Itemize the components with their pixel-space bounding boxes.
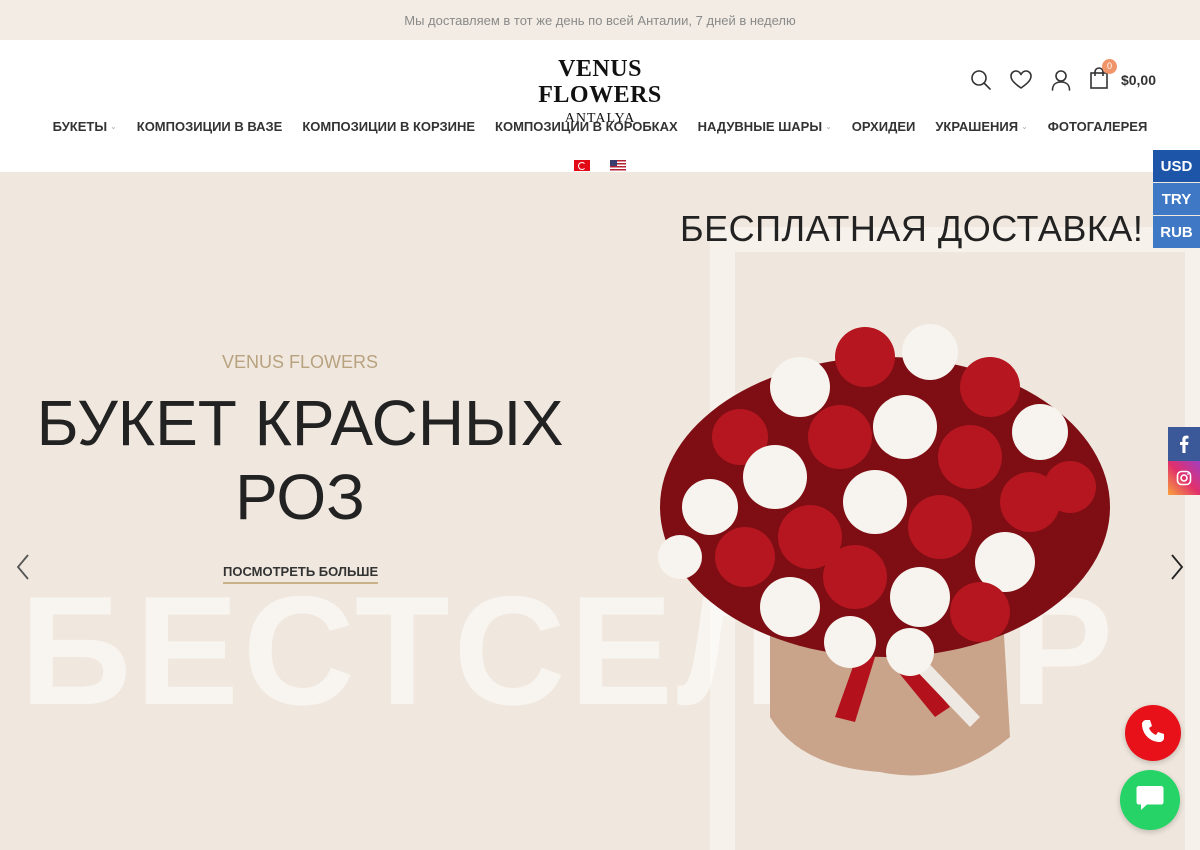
nav-item-basket-compositions[interactable]: КОМПОЗИЦИИ В КОРЗИНЕ: [302, 119, 475, 134]
hero-title-line2: РОЗ: [235, 461, 365, 533]
free-delivery-heading: БЕСПЛАТНАЯ ДОСТАВКА!: [680, 208, 1144, 249]
nav-item-orchids[interactable]: ОРХИДЕИ: [852, 119, 916, 134]
chevron-right-icon[interactable]: [1164, 552, 1188, 582]
nav-item-label: ФОТОГАЛЕРЕЯ: [1047, 118, 1148, 134]
social-sidebar: [1168, 427, 1200, 495]
cart-button[interactable]: 0 $0,00: [1089, 58, 1156, 94]
language-switcher: [574, 160, 626, 171]
nav-item-box-compositions[interactable]: КОМПОЗИЦИИ В КОРОБКАХ: [495, 119, 678, 134]
nav-item-vase-compositions[interactable]: КОМПОЗИЦИИ В ВАЗЕ: [137, 119, 283, 134]
see-more-link[interactable]: ПОСМОТРЕТЬ БОЛЬШЕ: [223, 564, 379, 584]
header-actions: 0 $0,00: [969, 58, 1156, 94]
cart-total: $0,00: [1120, 72, 1156, 88]
rose-bouquet-image: [658, 324, 1110, 776]
hero-title: БУКЕТ КРАСНЫХ РОЗ: [0, 386, 600, 534]
currency-rub[interactable]: RUB: [1153, 216, 1200, 248]
heart-icon[interactable]: [1009, 68, 1033, 92]
currency-switcher: USD TRY RUB: [1153, 150, 1200, 249]
turkish-flag-icon[interactable]: [574, 160, 590, 171]
nav-item-label: БУКЕТЫ: [52, 118, 108, 134]
nav-item-label: КОМПОЗИЦИИ В ВАЗЕ: [136, 118, 283, 134]
chevron-down-icon: ⌄: [825, 121, 832, 131]
instagram-icon[interactable]: [1168, 461, 1200, 495]
us-flag-icon[interactable]: [610, 160, 626, 171]
hero-subtitle: VENUS FLOWERS: [221, 352, 379, 372]
nav-item-bouquets[interactable]: БУКЕТЫ ⌄: [53, 119, 117, 134]
currency-try[interactable]: TRY: [1153, 183, 1200, 215]
nav-item-balloons[interactable]: НАДУВНЫЕ ШАРЫ ⌄: [698, 119, 832, 134]
phone-icon: [1139, 717, 1167, 750]
chevron-left-icon[interactable]: [12, 552, 36, 582]
hero-slider: БЕСТСЕЛЛЕР БЕСПЛАТНАЯ ДОСТАВКА! VENUS FL…: [0, 172, 1200, 850]
nav-item-label: НАДУВНЫЕ ШАРЫ: [697, 118, 823, 134]
chat-icon: [1135, 783, 1165, 818]
main-nav: БУКЕТЫ ⌄ КОМПОЗИЦИИ В ВАЗЕ КОМПОЗИЦИИ В …: [0, 112, 1200, 140]
currency-usd[interactable]: USD: [1153, 150, 1200, 182]
nav-item-label: КОМПОЗИЦИИ В КОРОБКАХ: [495, 118, 678, 134]
site-header: VENUS FLOWERS ANTALYA 0 $0,00 БУКЕТЫ ⌄ К…: [0, 40, 1200, 172]
top-announcement-bar: Мы доставляем в тот же день по всей Анта…: [0, 0, 1200, 40]
nav-item-label: КОМПОЗИЦИИ В КОРЗИНЕ: [302, 118, 476, 134]
cart-count-badge: 0: [1101, 58, 1117, 74]
hero-title-line1: БУКЕТ КРАСНЫХ: [36, 387, 564, 459]
nav-item-label: ОРХИДЕИ: [851, 118, 916, 134]
search-icon[interactable]: [969, 68, 993, 92]
chevron-down-icon: ⌄: [1021, 121, 1028, 131]
call-button[interactable]: [1125, 705, 1181, 761]
nav-item-label: УКРАШЕНИЯ: [935, 118, 1019, 134]
nav-item-gallery[interactable]: ФОТОГАЛЕРЕЯ: [1048, 119, 1148, 134]
nav-item-decorations[interactable]: УКРАШЕНИЯ ⌄: [935, 119, 1027, 134]
facebook-icon[interactable]: [1168, 427, 1200, 461]
logo-name: VENUS FLOWERS: [538, 56, 662, 108]
chevron-down-icon: ⌄: [110, 121, 117, 131]
announcement-text: Мы доставляем в тот же день по всей Анта…: [404, 12, 796, 28]
user-icon[interactable]: [1049, 68, 1073, 92]
chat-button[interactable]: [1120, 770, 1180, 830]
